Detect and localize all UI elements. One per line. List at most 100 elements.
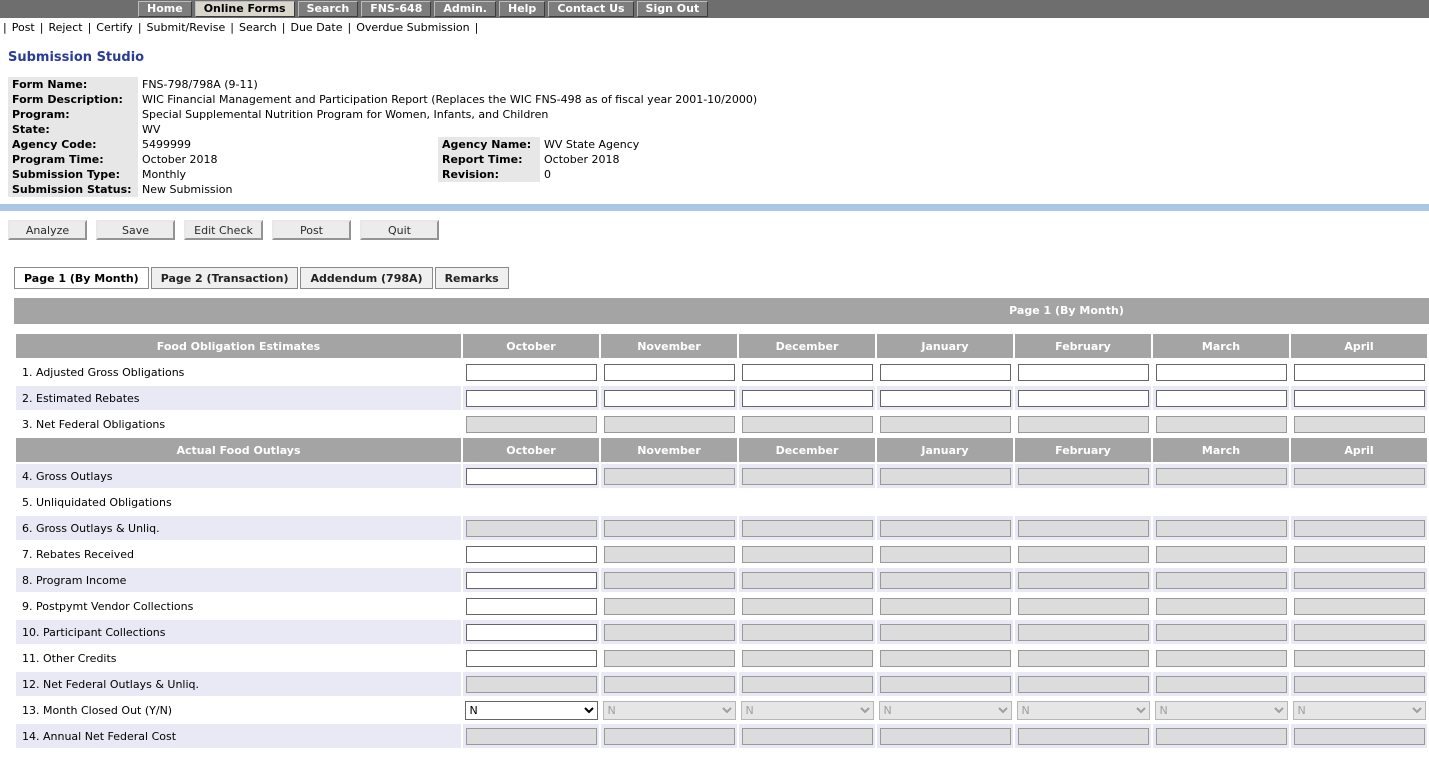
12-net-federal-outlays-unliq-april-input [1294,676,1425,693]
grid-cell [877,594,1013,618]
grid-cell [1153,568,1289,592]
grid-cell [1015,568,1151,592]
11-other-credits-december-input [742,650,873,667]
11-other-credits-february-input [1018,650,1149,667]
row-label: 4. Gross Outlays [16,464,461,488]
10-participant-collections-december-input [742,624,873,641]
13-month-closed-out-y-n-october-select[interactable]: N [465,701,598,720]
tab-strip: Page 1 (By Month)Page 2 (Transaction)Add… [14,267,1429,289]
menu-item-submit-revise[interactable]: Submit/Revise [147,21,226,34]
13-month-closed-out-y-n-december-select: N [741,701,874,720]
2-estimated-rebates-january-input[interactable] [880,390,1011,407]
analyze-button[interactable]: Analyze [8,220,87,240]
form-info-value: WIC Financial Management and Participati… [138,92,1423,107]
12-net-federal-outlays-unliq-october-input [466,676,597,693]
grid-cell [1153,360,1289,384]
grid-cell [1153,542,1289,566]
nav-online-forms[interactable]: Online Forms [195,1,295,17]
grid-cell [739,724,875,748]
grid-cell [1015,542,1151,566]
1-adjusted-gross-obligations-april-input[interactable] [1294,364,1425,381]
9-postpymt-vendor-collections-april-input [1294,598,1425,615]
grid-cell [1291,542,1427,566]
menu-separator: | [230,21,234,34]
grid-cell [1015,464,1151,488]
tab-page-1-by-month[interactable]: Page 1 (By Month) [14,267,149,289]
8-program-income-october-input[interactable] [466,572,597,589]
quit-button[interactable]: Quit [360,220,439,240]
save-button[interactable]: Save [96,220,175,240]
nav-search[interactable]: Search [298,1,359,17]
tab-addendum-798a[interactable]: Addendum (798A) [300,267,432,289]
menu-item-post[interactable]: Post [12,21,35,34]
month-header: January [877,438,1013,462]
grid-cell [463,568,599,592]
menu-item-search[interactable]: Search [239,21,277,34]
section-header-row: Actual Food OutlaysOctoberNovemberDecemb… [16,438,1427,462]
menu-item-due-date[interactable]: Due Date [290,21,342,34]
13-month-closed-out-y-n-january-select: N [879,701,1012,720]
month-header: December [739,438,875,462]
7-rebates-received-october-input[interactable] [466,546,597,563]
1-adjusted-gross-obligations-march-input[interactable] [1156,364,1287,381]
month-header: April [1291,334,1427,358]
form-info-row: Submission Status:New Submission [8,182,1423,197]
11-other-credits-october-input[interactable] [466,650,597,667]
3-net-federal-obligations-december-input [742,416,873,433]
tab-page-2-transaction[interactable]: Page 2 (Transaction) [151,267,299,289]
form-info-value: October 2018 [540,152,1423,167]
grid-cell [601,620,737,644]
7-rebates-received-december-input [742,546,873,563]
grid-cell [877,568,1013,592]
edit-check-button[interactable]: Edit Check [184,220,263,240]
tab-remarks[interactable]: Remarks [435,267,509,289]
12-net-federal-outlays-unliq-december-input [742,676,873,693]
4-gross-outlays-october-input[interactable] [466,468,597,485]
nav-fns-648[interactable]: FNS-648 [361,1,431,17]
post-button[interactable]: Post [272,220,351,240]
section-header: Food Obligation Estimates [16,334,461,358]
menu-item-reject[interactable]: Reject [48,21,82,34]
form-info-label: State: [8,122,138,137]
grid-row: 2. Estimated Rebates [16,386,1427,410]
1-adjusted-gross-obligations-october-input[interactable] [466,364,597,381]
nav-contact-us[interactable]: Contact Us [548,1,633,17]
grid-cell [739,490,875,514]
2-estimated-rebates-december-input[interactable] [742,390,873,407]
2-estimated-rebates-april-input[interactable] [1294,390,1425,407]
form-info-label: Revision: [438,167,540,182]
grid-cell [1153,412,1289,436]
nav-sign-out[interactable]: Sign Out [637,1,709,17]
2-estimated-rebates-november-input[interactable] [604,390,735,407]
13-month-closed-out-y-n-february-select: N [1017,701,1150,720]
menu-item-certify[interactable]: Certify [96,21,133,34]
2-estimated-rebates-march-input[interactable] [1156,390,1287,407]
3-net-federal-obligations-april-input [1294,416,1425,433]
2-estimated-rebates-october-input[interactable] [466,390,597,407]
grid-row: 12. Net Federal Outlays & Unliq. [16,672,1427,696]
nav-home[interactable]: Home [138,1,192,17]
grid-cell [1291,672,1427,696]
1-adjusted-gross-obligations-january-input[interactable] [880,364,1011,381]
menu-separator: | [88,21,92,34]
grid-row: 7. Rebates Received [16,542,1427,566]
form-info-value: 5499999 [138,137,438,152]
10-participant-collections-october-input[interactable] [466,624,597,641]
month-header: December [739,334,875,358]
10-participant-collections-november-input [604,624,735,641]
menu-item-overdue-submission[interactable]: Overdue Submission [356,21,469,34]
grid-cell [1291,490,1427,514]
grid-row: 4. Gross Outlays [16,464,1427,488]
grid-cell [1015,724,1151,748]
9-postpymt-vendor-collections-january-input [880,598,1011,615]
nav-admin[interactable]: Admin. [434,1,496,17]
1-adjusted-gross-obligations-february-input[interactable] [1018,364,1149,381]
grid-cell [739,412,875,436]
grid-cell [739,542,875,566]
1-adjusted-gross-obligations-december-input[interactable] [742,364,873,381]
2-estimated-rebates-february-input[interactable] [1018,390,1149,407]
9-postpymt-vendor-collections-october-input[interactable] [466,598,597,615]
nav-help[interactable]: Help [499,1,545,17]
1-adjusted-gross-obligations-november-input[interactable] [604,364,735,381]
4-gross-outlays-december-input [742,468,873,485]
